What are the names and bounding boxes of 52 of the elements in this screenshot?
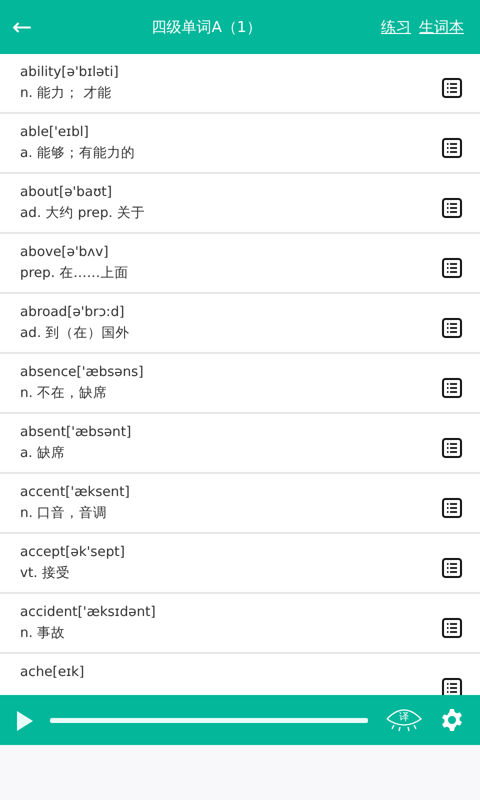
detail-button[interactable] xyxy=(442,615,462,639)
word-text: accent['æksent] xyxy=(20,483,130,502)
list-icon xyxy=(442,258,462,278)
list-icon xyxy=(442,378,462,398)
detail-button[interactable] xyxy=(442,495,462,519)
settings-button[interactable] xyxy=(440,708,464,732)
word-text: accident['æksɪdənt] xyxy=(20,603,156,622)
word-text: absence['æbsəns] xyxy=(20,363,144,382)
word-meaning: n. 事故 xyxy=(20,624,66,643)
settings-icon xyxy=(440,708,464,732)
word-meaning: ad. 大约 prep. 关于 xyxy=(20,204,145,223)
practice-link[interactable]: 练习 xyxy=(381,16,411,38)
detail-button[interactable] xyxy=(442,675,462,695)
list-icon xyxy=(442,138,462,158)
word-meaning: vt. 接受 xyxy=(20,564,71,583)
word-text: ache[eɪk] xyxy=(20,663,84,682)
back-button[interactable]: ← xyxy=(12,15,32,39)
detail-button[interactable] xyxy=(442,255,462,279)
word-text: abroad[ə'brɔ:d] xyxy=(20,303,126,322)
list-icon xyxy=(442,198,462,218)
word-meaning: n. 能力； 才能 xyxy=(20,84,112,103)
list-icon xyxy=(442,558,462,578)
detail-button[interactable] xyxy=(442,375,462,399)
word-text: accept[ək'sept] xyxy=(20,543,125,562)
word-meaning: ad. 到（在）国外 xyxy=(20,324,130,343)
detail-button[interactable] xyxy=(442,315,462,339)
vocabulary-link[interactable]: 生词本 xyxy=(419,16,464,38)
detail-button[interactable] xyxy=(442,135,462,159)
list-icon xyxy=(442,78,462,98)
list-icon xyxy=(442,618,462,638)
list-icon xyxy=(442,318,462,338)
page-title: 四级单词A（1） xyxy=(150,16,262,38)
progress-track[interactable] xyxy=(50,718,368,722)
translate-toggle[interactable]: 译 xyxy=(384,705,424,735)
word-meaning: n. 不在，缺席 xyxy=(20,384,108,403)
detail-button[interactable] xyxy=(442,195,462,219)
play-icon xyxy=(16,710,34,732)
word-text: absent['æbsənt] xyxy=(20,423,132,442)
detail-button[interactable] xyxy=(442,435,462,459)
word-text: above[ə'bʌv] xyxy=(20,243,110,262)
list-icon xyxy=(442,438,462,458)
word-meaning: a. 能够；有能力的 xyxy=(20,144,135,163)
word-meaning: a. 缺席 xyxy=(20,444,66,463)
word-text: able['eɪbl] xyxy=(20,123,90,142)
list-icon xyxy=(442,498,462,518)
detail-button[interactable] xyxy=(442,75,462,99)
detail-button[interactable] xyxy=(442,555,462,579)
word-meaning: n. 口音，音调 xyxy=(20,504,108,523)
word-meaning: prep. 在……上面 xyxy=(20,264,128,283)
word-text: about[ə'baʊt] xyxy=(20,183,113,202)
list-icon xyxy=(442,678,462,695)
word-text: ability[ə'bɪləti] xyxy=(20,63,119,82)
